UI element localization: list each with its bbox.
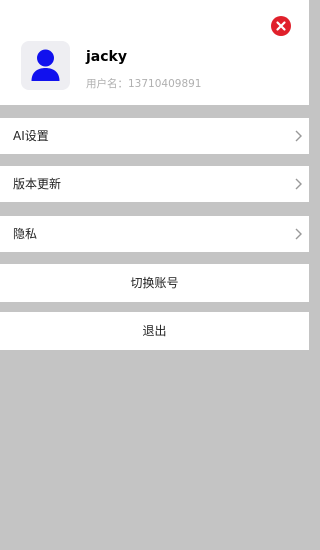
switch-account-label: 切换账号 <box>130 276 179 290</box>
switch-account-button[interactable]: 切换账号 <box>0 264 309 302</box>
close-button[interactable] <box>271 16 291 36</box>
menu-item-version-update[interactable]: 版本更新 <box>0 166 309 202</box>
menu-item-label: AI设置 <box>13 129 49 143</box>
close-icon <box>276 21 286 31</box>
logout-label: 退出 <box>142 324 167 338</box>
menu-item-ai-settings[interactable]: AI设置 <box>0 118 309 154</box>
account-value: 13710409891 <box>128 78 202 90</box>
avatar[interactable] <box>21 41 70 90</box>
menu-item-label: 隐私 <box>13 227 38 241</box>
account-info: 用户名：13710409891 <box>86 77 202 91</box>
profile-header: jacky 用户名：13710409891 <box>0 0 309 105</box>
menu-item-label: 版本更新 <box>13 177 62 191</box>
user-avatar-icon <box>31 49 60 81</box>
account-label: 用户名： <box>86 78 128 90</box>
chevron-right-icon <box>295 130 302 142</box>
chevron-right-icon <box>295 228 302 240</box>
logout-button[interactable]: 退出 <box>0 312 309 350</box>
username: jacky <box>86 49 127 65</box>
menu-item-privacy[interactable]: 隐私 <box>0 216 309 252</box>
chevron-right-icon <box>295 178 302 190</box>
